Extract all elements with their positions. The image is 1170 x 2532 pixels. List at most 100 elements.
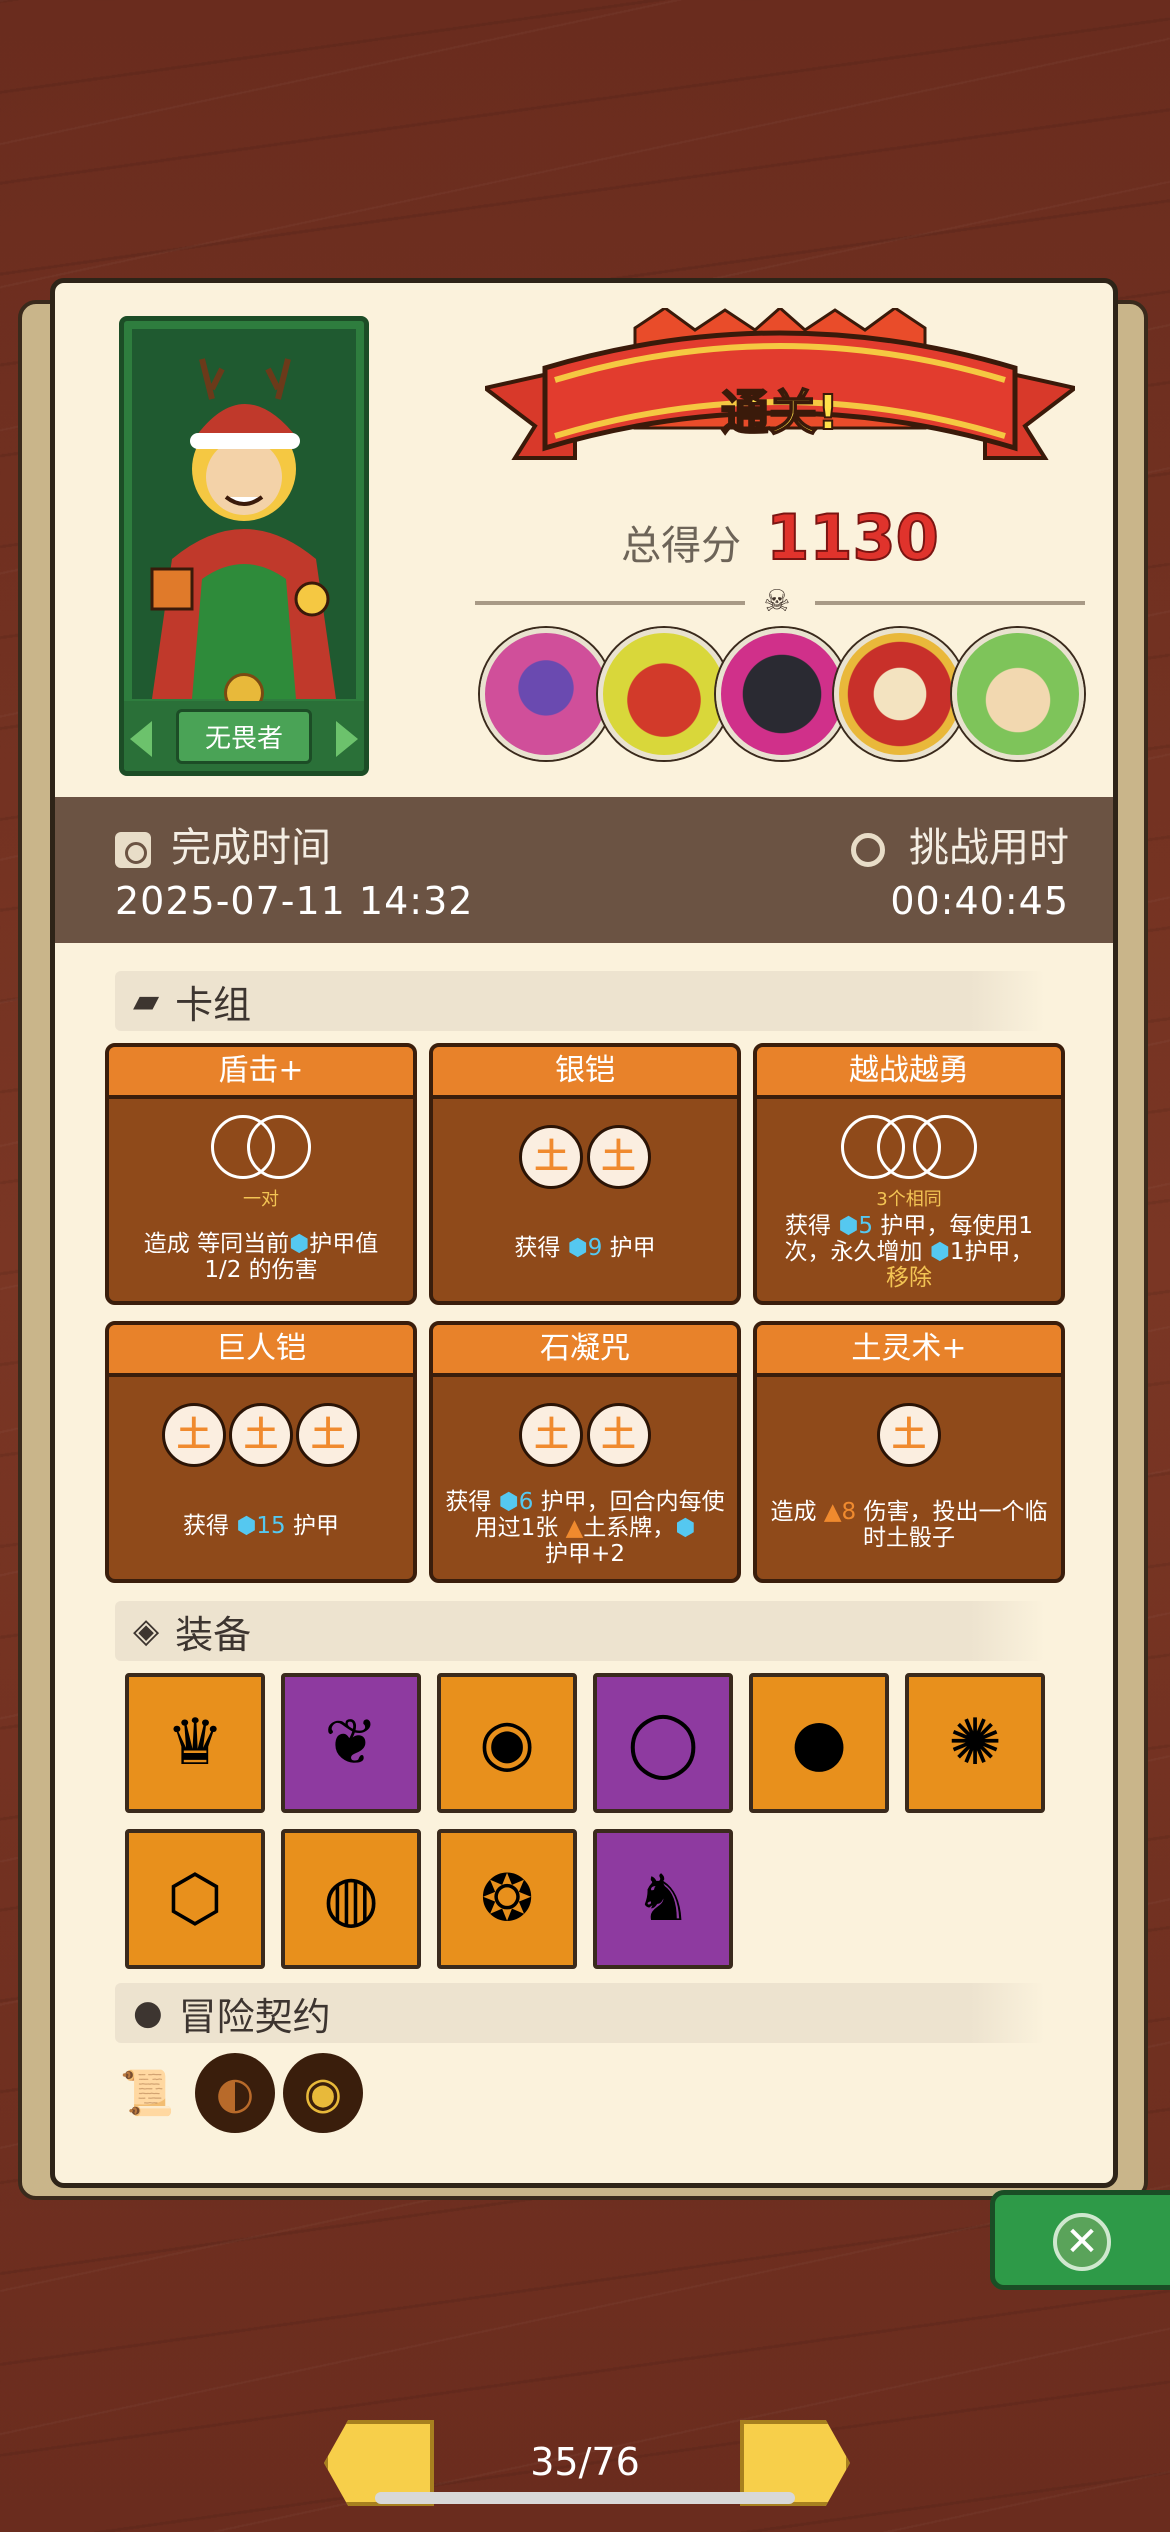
desc-text: 护甲， — [964, 1239, 1034, 1265]
armor-value: 5 — [858, 1213, 874, 1239]
armor-value: 15 — [256, 1513, 286, 1539]
mirror-icon[interactable]: ◯ — [593, 1673, 733, 1813]
score-label: 总得分 — [621, 523, 742, 569]
earth-element-icon: ▲ — [565, 1515, 584, 1541]
hero-name: 无畏者 — [175, 708, 312, 764]
earth-dice-icon: 土 — [519, 1403, 584, 1467]
card-title: 盾击+ — [109, 1047, 413, 1099]
earth-dice-icon: 土 — [229, 1403, 293, 1467]
card-cost: 土 土 — [433, 1403, 737, 1467]
boss-portrait[interactable] — [480, 628, 612, 760]
damage-value: 8 — [841, 1499, 857, 1525]
equipment-title: 装备 — [175, 1612, 252, 1657]
remove-keyword: 移除 — [886, 1265, 932, 1291]
card-cost: 土 — [757, 1403, 1061, 1467]
skull-icon: ☠ — [763, 584, 791, 619]
equipment-section-header: ◈ 装备 — [115, 1601, 1045, 1661]
horned-helmet-icon[interactable]: ♞ — [593, 1829, 733, 1969]
close-button[interactable]: ✕ — [990, 2190, 1170, 2290]
deck-section-header: ▰ 卡组 — [115, 971, 1045, 1031]
armor-icon: ⬢ — [838, 1213, 859, 1239]
armor-value: 6 — [518, 1489, 534, 1515]
desc-text: 护甲 — [602, 1235, 656, 1261]
deck-card[interactable]: 土灵术+ 土 造成 ▲8 伤害，投出一个临时土骰子 — [753, 1321, 1065, 1583]
card-description: 获得 ⬢6 护甲，回合内每使用过1张 ▲土系牌，⬢ 护甲+2 — [445, 1489, 725, 1567]
person-icon: ● — [133, 1993, 163, 2033]
desc-text: 获得 — [183, 1513, 237, 1539]
card-title: 巨人铠 — [109, 1325, 413, 1377]
page-indicator: 35/76 — [530, 2440, 640, 2484]
card-title: 石凝咒 — [433, 1325, 737, 1377]
boss-portrait[interactable] — [716, 628, 848, 760]
ham-icon[interactable]: ● — [749, 1673, 889, 1813]
deck-card[interactable]: 越战越勇 3个相同 获得 ⬢5 护甲，每使用1次，永久增加 ⬢1护甲， 移除 — [753, 1043, 1065, 1305]
challenge-time-label-text: 挑战用时 — [909, 825, 1069, 871]
desc-text: 护甲值 — [309, 1231, 379, 1257]
card-description: 造成 ▲8 伤害，投出一个临时土骰子 — [769, 1499, 1049, 1551]
gold-coin-icon[interactable]: ◉ — [283, 2053, 363, 2133]
tribal-mask-icon[interactable]: ✺ — [905, 1673, 1045, 1813]
cost-note: 一对 — [243, 1189, 279, 1210]
desc-text: 土系牌， — [583, 1515, 676, 1541]
armor-icon: ⬢ — [567, 1235, 588, 1261]
deck-card[interactable]: 盾击+ 一对 造成 等同当前⬢护甲值 1/2 的伤害 — [105, 1043, 417, 1305]
earth-dice-icon: 土 — [161, 1403, 226, 1467]
ring-icon[interactable]: ◍ — [281, 1829, 421, 1969]
card-description: 获得 ⬢5 护甲，每使用1次，永久增加 ⬢1护甲， 移除 — [769, 1213, 1049, 1291]
desc-text: 造成 — [770, 1499, 824, 1525]
boss-portrait[interactable] — [952, 628, 1084, 760]
earth-dice-icon: 土 — [586, 1403, 651, 1467]
desc-text: 获得 — [785, 1213, 839, 1239]
crystal-skull-icon[interactable]: ⬡ — [125, 1829, 265, 1969]
deck-card[interactable]: 巨人铠 土 土 土 获得 ⬢15 护甲 — [105, 1321, 417, 1583]
finish-time-label-text: 完成时间 — [171, 825, 331, 871]
hero-name-bar: 无畏者 — [124, 701, 364, 771]
arrow-left-icon[interactable] — [130, 721, 152, 757]
card-title: 越战越勇 — [757, 1047, 1061, 1099]
card-cost: 土 土 — [433, 1125, 737, 1189]
deck-card[interactable]: 石凝咒 土 土 获得 ⬢6 护甲，回合内每使用过1张 ▲土系牌，⬢ 护甲+2 — [429, 1321, 741, 1583]
boss-portrait[interactable] — [598, 628, 730, 760]
earth-element-icon: ▲ — [823, 1499, 842, 1525]
armor-value: 9 — [587, 1235, 603, 1261]
card-cost — [109, 1115, 413, 1183]
finish-time-value: 2025-07-11 14:32 — [115, 879, 474, 923]
cost-note: 3个相同 — [876, 1189, 942, 1210]
home-indicator[interactable] — [375, 2492, 795, 2504]
hero-portrait — [132, 329, 356, 699]
desc-text: 1/2 的伤害 — [204, 1257, 318, 1283]
finish-time-label: 完成时间 — [115, 815, 331, 873]
divider-right — [815, 601, 1085, 605]
card-description: 获得 ⬢9 护甲 — [445, 1235, 725, 1261]
card-cost: 土 土 土 — [109, 1403, 413, 1467]
earth-dice-icon: 土 — [296, 1403, 361, 1467]
armor-icon: ⬢ — [498, 1489, 519, 1515]
pipe-icon[interactable]: ◐ — [195, 2053, 275, 2133]
armor-icon: ⬢ — [289, 1231, 310, 1257]
scroll-icon[interactable]: 📜 — [107, 2053, 187, 2133]
arrow-right-icon[interactable] — [336, 721, 358, 757]
armor-value: 1 — [949, 1239, 965, 1265]
dragon-horn-icon[interactable]: ❦ — [281, 1673, 421, 1813]
armor-icon: ⬢ — [236, 1513, 257, 1539]
card-description: 造成 等同当前⬢护甲值 1/2 的伤害 — [121, 1231, 401, 1283]
boss-portrait[interactable] — [834, 628, 966, 760]
earth-dice-icon: 土 — [586, 1125, 651, 1189]
deck-card[interactable]: 银铠 土 土 获得 ⬢9 护甲 — [429, 1043, 741, 1305]
run-summary-panel: 无畏者 通关! 总得分 1130 ☠ 完成时间 2025-07-11 14:32… — [50, 278, 1118, 2188]
desc-text: 造成 等同当前 — [143, 1231, 290, 1257]
hero-card[interactable]: 无畏者 — [119, 316, 369, 776]
banner-title: 通关! — [720, 384, 840, 442]
shield-icon[interactable]: ◉ — [437, 1673, 577, 1813]
desc-text: 伤害，投出一个临时土骰子 — [856, 1499, 1048, 1551]
crown-icon[interactable]: ♛ — [125, 1673, 265, 1813]
desc-text: 获得 — [445, 1489, 499, 1515]
stopwatch-icon — [851, 833, 885, 867]
time-band: 完成时间 2025-07-11 14:32 挑战用时 00:40:45 — [55, 797, 1113, 943]
desc-text: 护甲 — [285, 1513, 339, 1539]
mushroom-icon[interactable]: ❂ — [437, 1829, 577, 1969]
box-icon: ◈ — [133, 1611, 160, 1651]
card-cost — [757, 1115, 1061, 1183]
film-icon — [115, 832, 151, 868]
dice-slot-icon — [247, 1115, 311, 1179]
